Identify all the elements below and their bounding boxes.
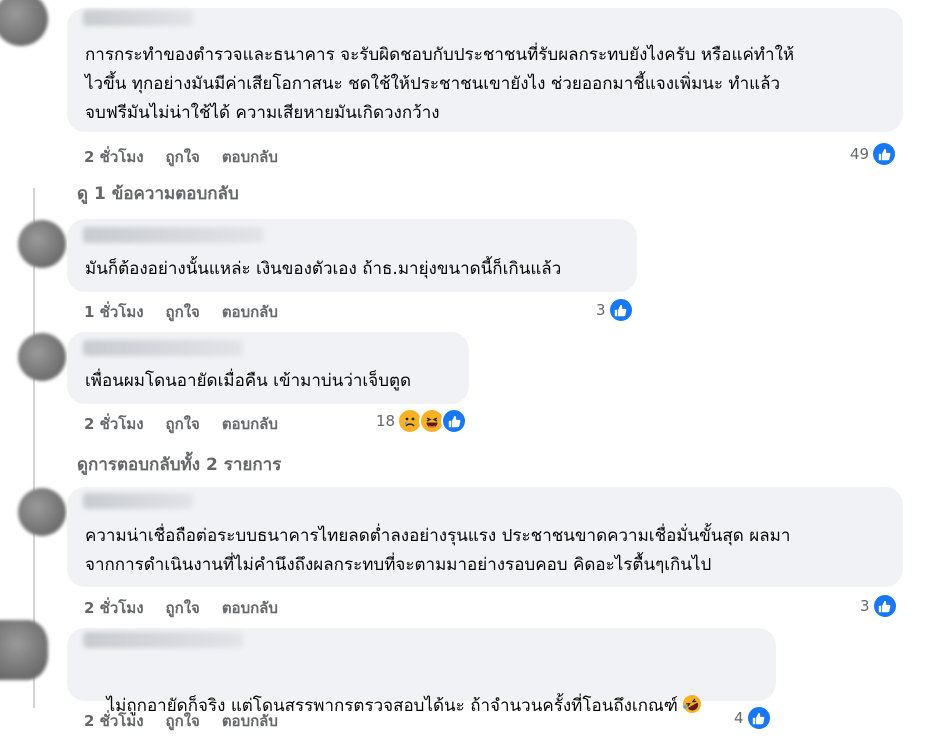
- author-name[interactable]: [83, 340, 243, 356]
- reply-button[interactable]: ตอบกลับ: [222, 412, 278, 436]
- like-button[interactable]: ถูกใจ: [166, 596, 200, 620]
- comment-actions: 2 ชั่วโมง ถูกใจ ตอบกลับ: [84, 412, 278, 436]
- like-icon: [871, 141, 898, 167]
- view-replies-link[interactable]: ดูการตอบกลับทั้ง 2 รายการ: [77, 451, 281, 478]
- reaction-count: 3: [860, 597, 870, 615]
- comment-actions: 1 ชั่วโมง ถูกใจ ตอบกลับ: [84, 300, 278, 324]
- comment-text: มันก็ต้องอย่างนั้นแหล่ะ เงินของตัวเอง ถ้…: [85, 259, 562, 279]
- reaction-count: 4: [734, 709, 744, 727]
- timestamp[interactable]: 2 ชั่วโมง: [84, 145, 144, 169]
- timestamp[interactable]: 2 ชั่วโมง: [84, 412, 144, 436]
- timestamp[interactable]: 1 ชั่วโมง: [84, 300, 144, 324]
- author-name[interactable]: [83, 493, 193, 509]
- view-replies-link[interactable]: ดู 1 ข้อความตอบกลับ: [77, 180, 239, 207]
- like-icon: [607, 297, 634, 323]
- like-icon: [871, 593, 898, 619]
- reply-button[interactable]: ตอบกลับ: [222, 300, 278, 324]
- comment-actions: 2 ชั่วโมง ถูกใจ ตอบกลับ: [84, 145, 278, 169]
- reply-button[interactable]: ตอบกลับ: [222, 145, 278, 169]
- reaction-count: 18: [376, 412, 396, 430]
- avatar[interactable]: [18, 333, 66, 381]
- comment-bubble: มันก็ต้องอย่างนั้นแหล่ะ เงินของตัวเอง ถ้…: [67, 219, 637, 292]
- rofl-emoji-icon: [682, 694, 702, 724]
- comment-actions: 2 ชั่วโมง ถูกใจ ตอบกลับ: [84, 709, 278, 733]
- like-button[interactable]: ถูกใจ: [166, 145, 200, 169]
- author-name[interactable]: [83, 10, 193, 26]
- reaction-summary[interactable]: 3: [596, 297, 634, 323]
- like-icon: [745, 705, 772, 731]
- like-icon: [441, 408, 468, 434]
- comment-text: การกระทำของตำรวจและธนาคาร จะรับผิดชอบกับ…: [85, 45, 795, 123]
- comment-actions: 2 ชั่วโมง ถูกใจ ตอบกลับ: [84, 596, 278, 620]
- reaction-count: 3: [596, 301, 606, 319]
- reaction-summary[interactable]: 49: [850, 141, 898, 167]
- author-name[interactable]: [83, 632, 243, 648]
- comment-bubble: ไม่ถูกอายัดก็จริง แต่โดนสรรพากรตรวจสอบได…: [67, 628, 776, 716]
- reaction-count: 49: [850, 145, 870, 163]
- reply-button[interactable]: ตอบกลับ: [222, 709, 278, 733]
- avatar[interactable]: [0, 0, 48, 46]
- reaction-summary[interactable]: 18: [376, 408, 468, 434]
- author-name[interactable]: [83, 227, 263, 243]
- like-button[interactable]: ถูกใจ: [166, 709, 200, 733]
- reply-button[interactable]: ตอบกลับ: [222, 596, 278, 620]
- reaction-summary[interactable]: 4: [734, 705, 772, 731]
- like-button[interactable]: ถูกใจ: [166, 300, 200, 324]
- comment-text: ความน่าเชื่อถือต่อระบบธนาคารไทยลดต่ำลงอย…: [85, 526, 791, 575]
- comment-text: เพื่อนผมโดนอายัดเมื่อคืน เข้ามาบ่นว่าเจ็…: [85, 371, 412, 391]
- avatar[interactable]: [0, 620, 48, 680]
- comment-bubble: การกระทำของตำรวจและธนาคาร จะรับผิดชอบกับ…: [67, 8, 903, 132]
- timestamp[interactable]: 2 ชั่วโมง: [84, 596, 144, 620]
- reaction-summary[interactable]: 3: [860, 593, 898, 619]
- avatar[interactable]: [18, 488, 66, 536]
- avatar[interactable]: [18, 220, 66, 268]
- timestamp[interactable]: 2 ชั่วโมง: [84, 709, 144, 733]
- comment-bubble: ความน่าเชื่อถือต่อระบบธนาคารไทยลดต่ำลงอย…: [67, 487, 903, 587]
- comment-bubble: เพื่อนผมโดนอายัดเมื่อคืน เข้ามาบ่นว่าเจ็…: [67, 332, 469, 404]
- like-button[interactable]: ถูกใจ: [166, 412, 200, 436]
